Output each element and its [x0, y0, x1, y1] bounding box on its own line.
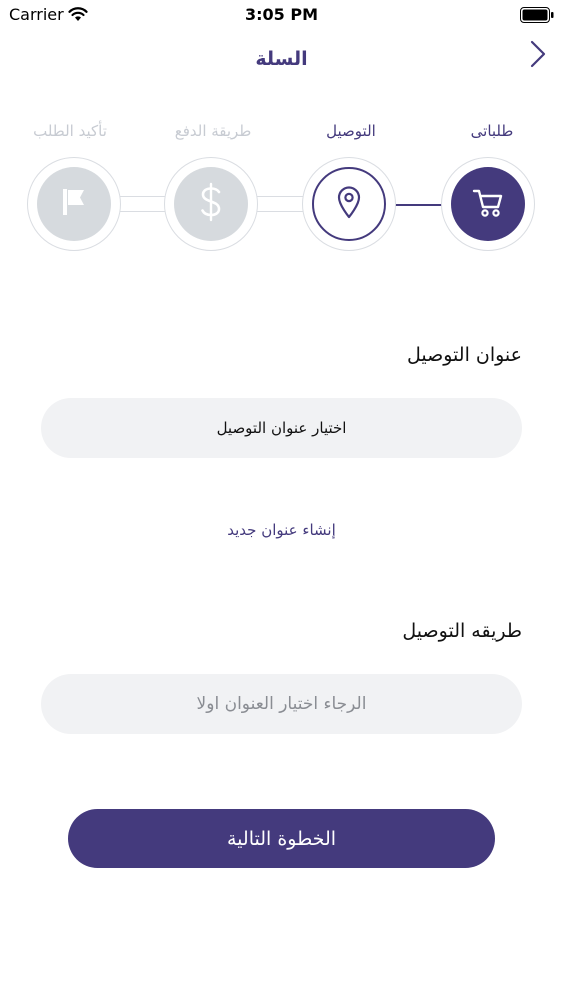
battery-icon: [520, 7, 554, 27]
back-button[interactable]: [520, 36, 556, 76]
location-pin-icon: [335, 185, 363, 223]
delivery-method-title: طريقه التوصيل: [402, 620, 522, 642]
step-label-payment: طريقة الدفع: [174, 122, 252, 140]
step-confirm[interactable]: [27, 157, 121, 251]
step-payment[interactable]: [164, 157, 258, 251]
new-address-link[interactable]: إنشاء عنوان جديد: [0, 521, 563, 539]
status-bar: Carrier 3:05 PM: [0, 0, 563, 30]
dollar-icon: [197, 182, 225, 226]
step-delivery[interactable]: [302, 157, 396, 251]
delivery-method-select[interactable]: الرجاء اختيار العنوان اولا: [41, 674, 522, 734]
cart-icon: [471, 185, 505, 223]
address-select[interactable]: اختيار عنوان التوصيل: [41, 398, 522, 458]
address-section-title: عنوان التوصيل: [406, 344, 522, 366]
chevron-right-icon: [529, 39, 547, 73]
step-label-delivery: التوصيل: [326, 122, 376, 140]
flag-icon: [59, 185, 89, 223]
page-title: السلة: [255, 48, 308, 70]
step-orders[interactable]: [441, 157, 535, 251]
clock: 3:05 PM: [244, 5, 318, 24]
step-connector: [118, 196, 170, 212]
next-step-button[interactable]: الخطوة التالية: [68, 809, 495, 868]
step-label-confirm: تأكيد الطلب: [33, 122, 107, 140]
step-label-orders: طلباتى: [470, 122, 514, 140]
